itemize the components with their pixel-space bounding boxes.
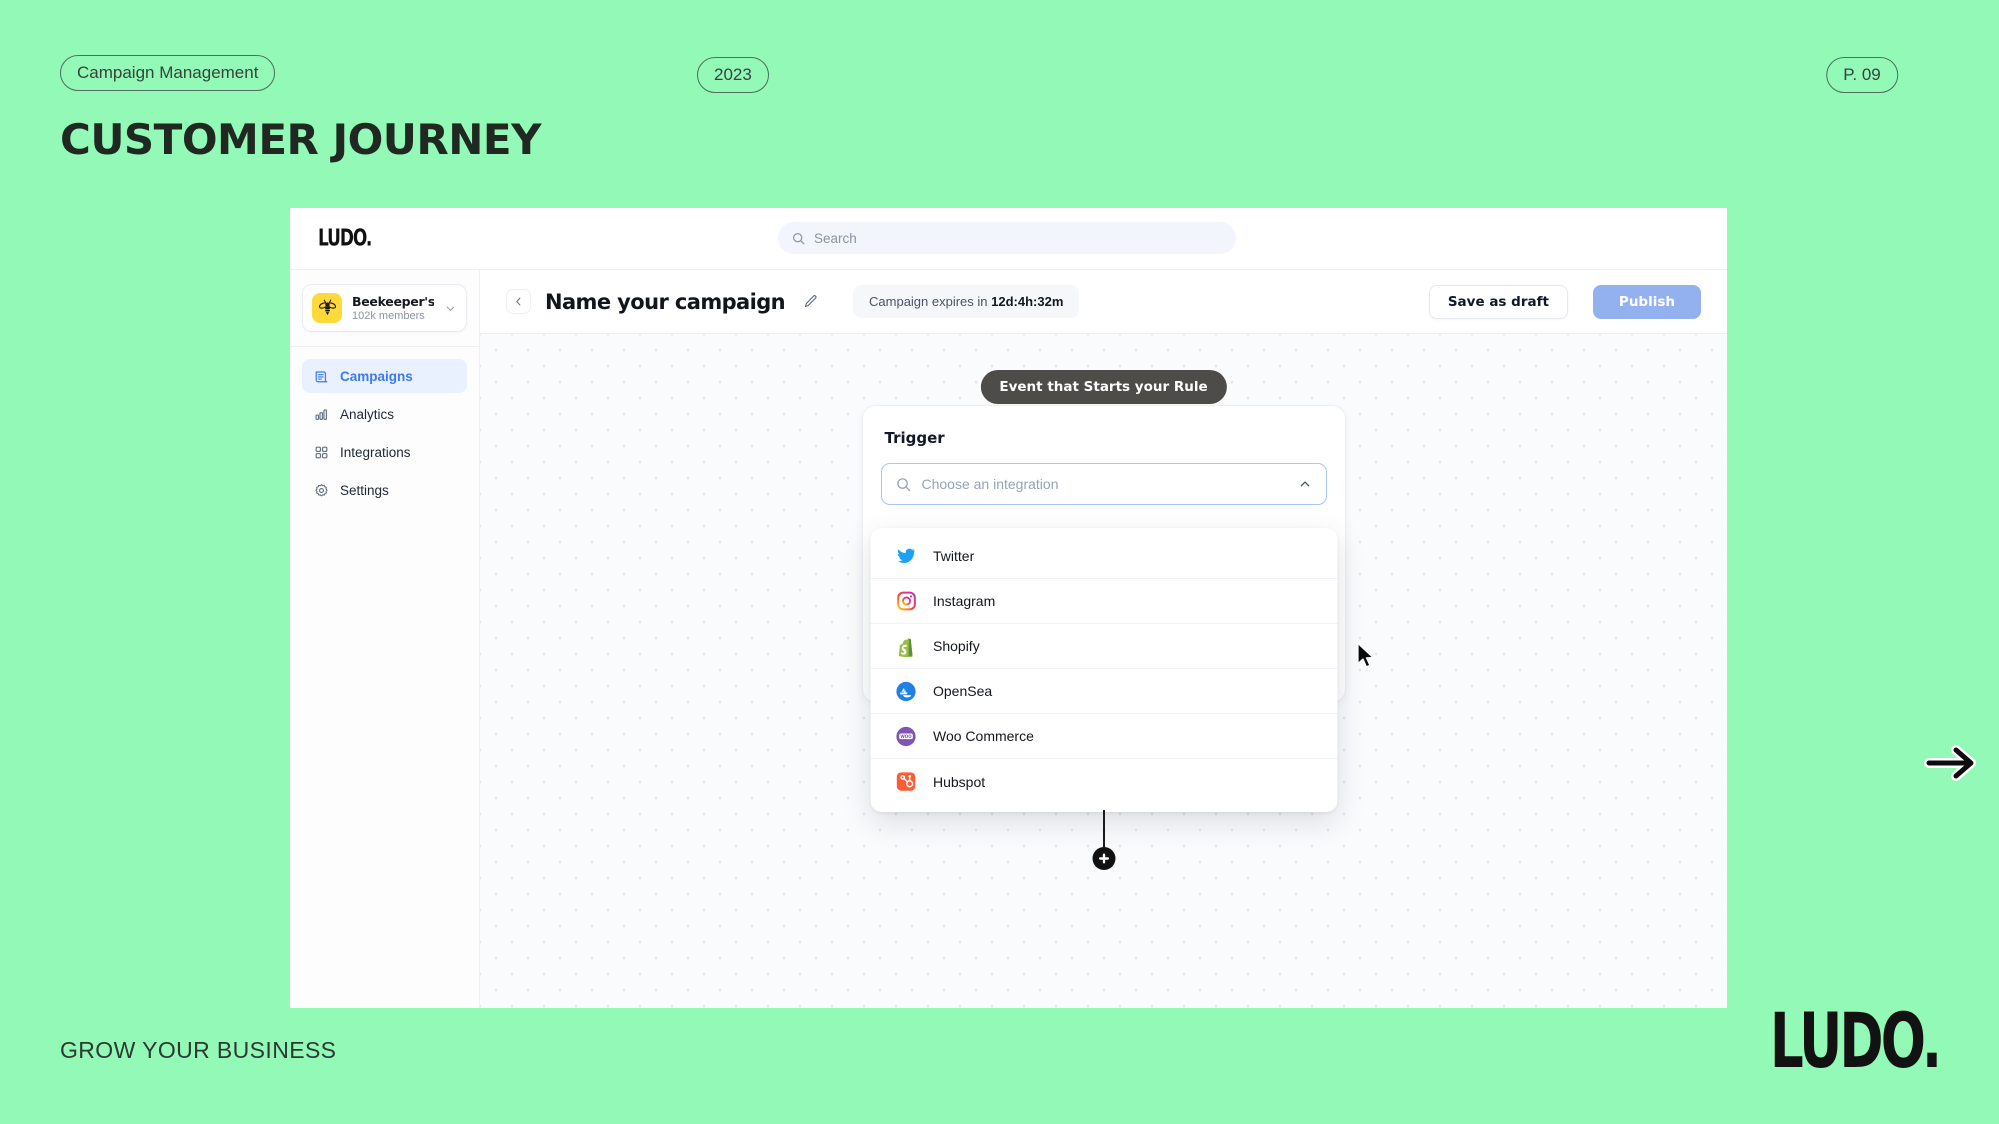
dropdown-option-hubspot[interactable]: Hubspot xyxy=(870,759,1337,804)
sidebar-item-settings[interactable]: Settings xyxy=(302,473,467,507)
dropdown-option-label: Shopify xyxy=(933,638,980,654)
campaign-expiry-chip: Campaign expires in 12d:4h:32m xyxy=(853,285,1080,318)
brand-logo: LUDO. xyxy=(1769,998,1942,1086)
app-window: LUDO. Search Beekeeper's 102k members Ca… xyxy=(290,208,1727,1008)
save-as-draft-button[interactable]: Save as draft xyxy=(1428,284,1568,319)
slide-category-pill: Campaign Management xyxy=(60,55,276,91)
dropdown-option-label: Woo Commerce xyxy=(933,728,1034,744)
sidebar-item-label: Analytics xyxy=(340,406,395,422)
mouse-cursor xyxy=(1356,642,1377,676)
chevron-down-icon xyxy=(446,306,455,311)
add-step-button[interactable] xyxy=(1092,847,1115,870)
trigger-heading: Trigger xyxy=(884,429,945,447)
search-input[interactable]: Search xyxy=(778,222,1236,254)
svg-text:WOO: WOO xyxy=(900,733,912,738)
arrow-right-icon xyxy=(1924,745,1976,781)
mouse-pointer-icon xyxy=(1357,642,1374,668)
trigger-node-label: Event that Starts your Rule xyxy=(980,370,1227,404)
app-header: LUDO. Search xyxy=(290,208,1727,270)
hubspot-icon xyxy=(895,771,917,793)
flow-canvas[interactable]: Event that Starts your Rule Trigger Choo… xyxy=(480,334,1727,1008)
workspace-switcher[interactable]: Beekeeper's Na... 102k members xyxy=(302,284,467,332)
dropdown-option-label: Hubspot xyxy=(933,773,986,790)
slide-topbar: Campaign Management 2023 P. 09 xyxy=(0,55,1999,93)
sidebar-divider xyxy=(290,346,479,347)
publish-button[interactable]: Publish xyxy=(1592,284,1701,319)
chevron-up-icon xyxy=(1300,481,1309,487)
sidebar-item-label: Campaigns xyxy=(340,368,413,384)
slide-footer: GROW YOUR BUSINESS xyxy=(60,1037,337,1063)
workspace-members: 102k members xyxy=(352,310,425,322)
integration-select-placeholder: Choose an integration xyxy=(921,476,1059,492)
app-logo: LUDO. xyxy=(318,225,372,252)
page-title: CUSTOMER JOURNEY xyxy=(60,115,542,164)
dropdown-option-label: Twitter xyxy=(933,548,975,564)
twitter-icon xyxy=(895,545,917,567)
next-slide-button[interactable] xyxy=(1921,743,1983,783)
slide-page-pill: P. 09 xyxy=(1826,57,1898,93)
dropdown-option-woocommerce[interactable]: WOO Woo Commerce xyxy=(870,714,1337,759)
sidebar-item-integrations[interactable]: Integrations xyxy=(302,435,467,469)
expiry-prefix: Campaign expires in xyxy=(869,294,988,309)
workspace-name: Beekeeper's Na... xyxy=(352,294,434,309)
chevron-left-icon xyxy=(516,297,521,306)
bar-chart-icon xyxy=(313,406,329,422)
sidebar: Beekeeper's Na... 102k members xyxy=(290,270,480,1008)
pencil-icon xyxy=(804,295,816,308)
bee-icon xyxy=(318,299,336,315)
gear-icon xyxy=(313,482,329,498)
instagram-icon xyxy=(895,590,917,612)
dropdown-option-label: OpenSea xyxy=(933,683,993,699)
sidebar-nav: Campaigns Analytics Integrations Setting… xyxy=(302,359,467,507)
woocommerce-icon: WOO xyxy=(895,725,917,747)
dropdown-option-shopify[interactable]: Shopify xyxy=(870,624,1337,669)
campaign-toolbar: Name your campaign Campaign expires in 1… xyxy=(480,270,1727,334)
edit-campaign-name-button[interactable] xyxy=(799,291,821,313)
plus-icon xyxy=(1098,853,1109,864)
dropdown-option-opensea[interactable]: OpenSea xyxy=(870,669,1337,714)
expiry-value: 12d:4h:32m xyxy=(991,294,1064,309)
back-button[interactable] xyxy=(506,289,531,314)
integration-dropdown[interactable]: Twitter Instagram Shopify OpenSea WOO Wo… xyxy=(870,528,1337,812)
main-area: Name your campaign Campaign expires in 1… xyxy=(480,270,1727,1008)
campaigns-icon xyxy=(313,368,329,384)
dropdown-option-twitter[interactable]: Twitter xyxy=(870,534,1337,579)
shopify-icon xyxy=(895,635,917,657)
campaign-title: Name your campaign xyxy=(545,289,786,314)
dropdown-option-instagram[interactable]: Instagram xyxy=(870,579,1337,624)
sidebar-item-campaigns[interactable]: Campaigns xyxy=(302,359,467,393)
slide-year-pill: 2023 xyxy=(697,57,769,93)
sidebar-item-label: Integrations xyxy=(340,444,411,460)
grid-squares-icon xyxy=(313,444,329,460)
search-icon xyxy=(793,232,805,244)
sidebar-item-label: Settings xyxy=(340,482,389,498)
sidebar-item-analytics[interactable]: Analytics xyxy=(302,397,467,431)
search-icon xyxy=(896,477,910,491)
dropdown-option-label: Instagram xyxy=(933,593,996,609)
avatar xyxy=(312,293,342,323)
integration-select[interactable]: Choose an integration xyxy=(880,463,1327,505)
search-placeholder: Search xyxy=(814,230,857,246)
opensea-icon xyxy=(895,680,917,702)
